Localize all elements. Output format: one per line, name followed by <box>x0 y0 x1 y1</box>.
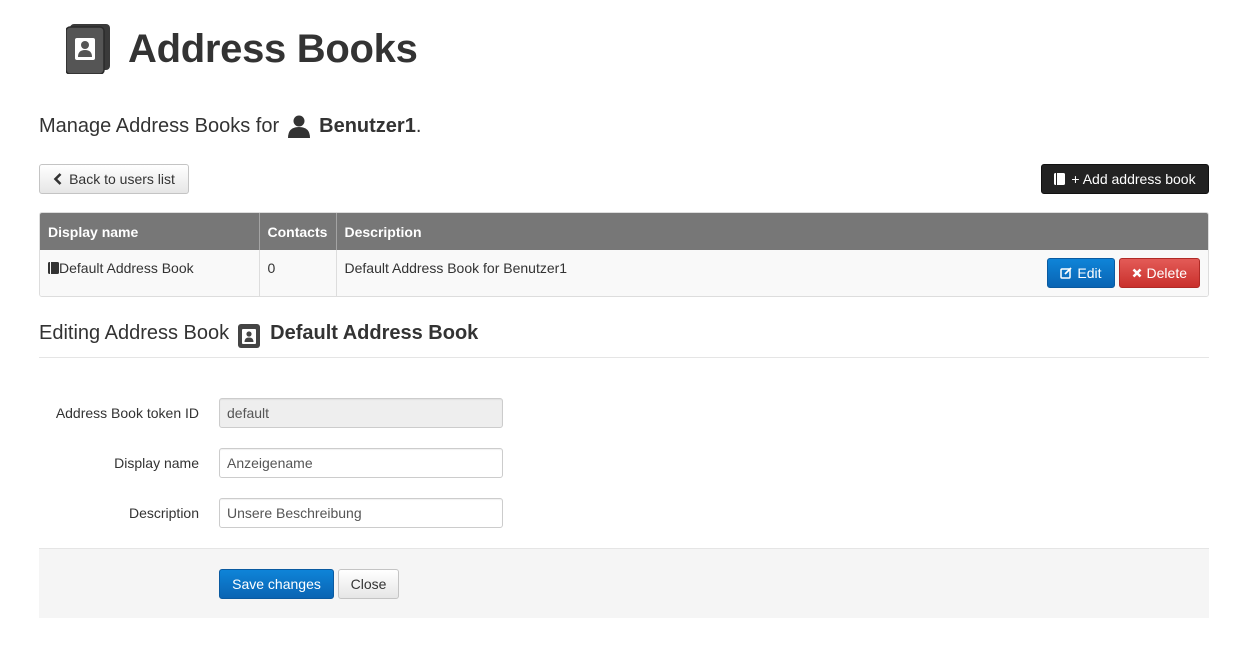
edit-icon <box>1060 267 1073 279</box>
address-book-icon <box>66 24 110 74</box>
manage-suffix: . <box>415 114 422 137</box>
close-button[interactable]: Close <box>338 569 399 599</box>
page: Address Books Manage Address Books for B… <box>0 0 1240 656</box>
column-header-description: Description <box>336 213 1208 250</box>
token-id-field[interactable] <box>219 398 503 428</box>
display-name-value: Default Address Book <box>59 260 194 276</box>
table-row: Default Address Book 0 Default Address B… <box>40 250 1208 296</box>
cell-description: Default Address Book for Benutzer1 Edit <box>336 250 1208 296</box>
delete-button[interactable]: Delete <box>1118 258 1200 288</box>
manage-heading: Manage Address Books for Benutzer1 . <box>39 114 421 138</box>
address-book-icon <box>238 324 261 348</box>
user-icon <box>288 115 311 138</box>
add-label: + Add address book <box>1071 171 1196 187</box>
add-address-book-button[interactable]: + Add address book <box>1041 164 1209 194</box>
edit-label: Edit <box>1077 265 1102 281</box>
form-row-display-name: Display name <box>39 448 519 478</box>
token-label: Address Book token ID <box>55 405 199 421</box>
display-name-field[interactable] <box>219 448 503 478</box>
description-label: Description <box>128 505 199 521</box>
page-header: Address Books <box>66 24 418 74</box>
form-row-description: Description <box>39 498 519 528</box>
form-row-token: Address Book token ID <box>39 398 519 428</box>
address-books-table: Display name Contacts Description Defaul… <box>39 212 1209 297</box>
column-header-display-name: Display name <box>40 213 260 250</box>
book-icon <box>1054 173 1066 185</box>
description-value: Default Address Book for Benutzer1 <box>344 260 568 276</box>
page-title: Address Books <box>128 27 418 71</box>
chevron-left-icon <box>53 173 62 185</box>
edit-button[interactable]: Edit <box>1047 258 1115 288</box>
username: Benutzer1 <box>319 114 416 137</box>
back-to-users-button[interactable]: Back to users list <box>39 164 189 194</box>
display-name-label: Display name <box>114 455 199 471</box>
back-label: Back to users list <box>69 171 175 187</box>
delete-label: Delete <box>1146 265 1187 281</box>
table-header-row: Display name Contacts Description <box>40 213 1208 250</box>
cell-display-name: Default Address Book <box>40 250 260 296</box>
book-icon <box>48 262 59 274</box>
form-footer: Save changes Close <box>39 548 1209 618</box>
editing-heading: Editing Address Book Default Address Boo… <box>39 322 1209 358</box>
editing-prefix: Editing Address Book <box>39 322 230 344</box>
cell-contacts: 0 <box>259 250 337 296</box>
close-icon <box>1132 268 1141 278</box>
row-actions: Edit Delete <box>1047 258 1200 288</box>
save-changes-button[interactable]: Save changes <box>219 569 334 599</box>
editing-book-name: Default Address Book <box>270 322 479 344</box>
column-header-contacts: Contacts <box>259 213 337 250</box>
manage-prefix: Manage Address Books for <box>39 114 280 137</box>
contacts-value: 0 <box>267 260 276 276</box>
description-field[interactable] <box>219 498 503 528</box>
